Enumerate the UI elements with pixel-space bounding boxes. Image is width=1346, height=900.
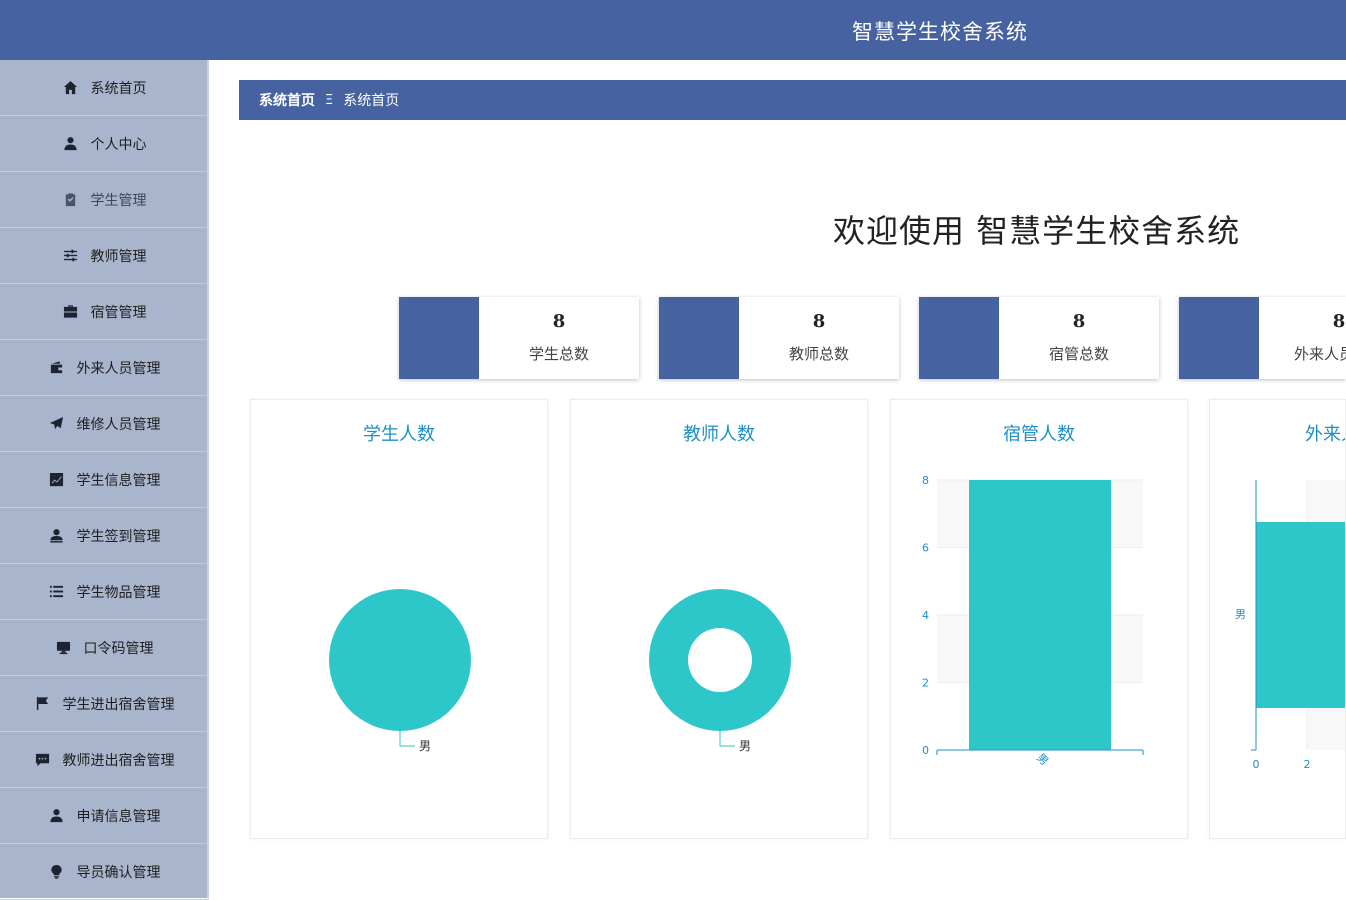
bar — [969, 480, 1111, 750]
pie-label-line — [399, 731, 415, 747]
breadcrumb: 系统首页 Ξ 系统首页 — [239, 80, 1346, 120]
sidebar-item-label: 维修人员管理 — [76, 416, 161, 433]
sidebar-item-11[interactable]: 学生进出宿舍管理 — [0, 676, 209, 732]
sidebar-item-label: 口令码管理 — [83, 640, 154, 657]
line-chart-icon — [49, 472, 65, 488]
sidebar-item-7[interactable]: 学生信息管理 — [0, 452, 209, 508]
chart-card-visitors: 外来人员人数 男02 — [1209, 399, 1346, 839]
clipboard-check-icon — [63, 192, 79, 208]
sidebar-item-label: 学生进出宿舍管理 — [62, 696, 175, 713]
stat-label: 宿管总数 — [1048, 345, 1109, 363]
sidebar-item-5[interactable]: 外来人员管理 — [0, 340, 209, 396]
sidebar-item-4[interactable]: 宿管管理 — [0, 284, 209, 340]
briefcase-icon — [63, 304, 79, 320]
stat-card-band — [399, 297, 479, 379]
sidebar-item-10[interactable]: 口令码管理 — [0, 620, 209, 676]
breadcrumb-current: 系统首页 — [343, 93, 400, 109]
y-tick-label: 0 — [922, 744, 929, 757]
y-tick-label: 4 — [922, 609, 929, 622]
donut-label-line — [719, 731, 735, 747]
bulb-icon — [49, 864, 65, 880]
sidebar-item-9[interactable]: 学生物品管理 — [0, 564, 209, 620]
sidebar-item-label: 学生信息管理 — [76, 472, 161, 489]
chart-card-managers: 宿管人数 02468男 — [890, 399, 1188, 839]
pie-label: 男 — [419, 739, 431, 753]
monitor-icon — [56, 640, 72, 656]
sidebar-item-label: 导员确认管理 — [76, 864, 161, 881]
x-tick-label: 2 — [1304, 758, 1311, 771]
y-tick-label: 男 — [1235, 608, 1246, 621]
list-icon — [49, 584, 65, 600]
sidebar-item-label: 系统首页 — [90, 80, 147, 97]
chart-card-teachers: 教师人数 男 — [570, 399, 868, 839]
paper-plane-icon — [49, 416, 65, 432]
stat-card-teachers: 8 教师总数 — [659, 297, 899, 379]
sidebar-item-label: 学生物品管理 — [76, 584, 161, 601]
breadcrumb-home[interactable]: 系统首页 — [259, 90, 315, 110]
bar — [1256, 522, 1345, 708]
sidebar: 系统首页个人中心学生管理教师管理宿管管理外来人员管理 维修人员管理 学生信息管理 学生… — [0, 60, 209, 900]
stat-label: 学生总数 — [528, 345, 589, 363]
sidebar-item-13[interactable]: 申请信息管理 — [0, 788, 209, 844]
donut-label: 男 — [739, 739, 751, 753]
sidebar-item-label: 教师进出宿舍管理 — [62, 752, 175, 769]
stat-value: 8 — [1072, 311, 1086, 332]
sidebar-item-label: 学生管理 — [90, 192, 147, 209]
user-stamp-icon — [49, 528, 65, 544]
user-icon — [63, 136, 79, 152]
pie-slice — [329, 589, 471, 731]
stat-value: 8 — [552, 311, 566, 332]
stat-card-band — [919, 297, 999, 379]
stat-card-managers: 8 宿管总数 — [919, 297, 1159, 379]
sidebar-item-label: 教师管理 — [90, 248, 147, 265]
sidebar-item-0[interactable]: 系统首页 — [0, 60, 209, 116]
sidebar-item-label: 申请信息管理 — [76, 808, 161, 825]
welcome-heading: 欢迎使用 智慧学生校舍系统 — [833, 212, 1241, 250]
sidebar-item-14[interactable]: 导员确认管理 — [0, 844, 209, 900]
hbar-chart-visitors: 男 0 2 — [1235, 480, 1345, 771]
x-tick-label: 0 — [1253, 758, 1260, 771]
sliders-icon — [63, 248, 79, 264]
stat-card-students: 8 学生总数 — [399, 297, 639, 379]
sidebar-item-label: 学生签到管理 — [76, 528, 161, 545]
sidebar-item-8[interactable]: 学生签到管理 — [0, 508, 209, 564]
sidebar-item-3[interactable]: 教师管理 — [0, 228, 209, 284]
bar-chart-managers: 0 2 4 6 8 男 — [922, 474, 1144, 768]
chart-card-students: 学生人数 男 — [250, 399, 548, 839]
wallet-icon — [49, 360, 65, 376]
stat-value: 8 — [1332, 311, 1346, 332]
flag-icon — [35, 696, 51, 712]
stat-card-band — [1179, 297, 1259, 379]
home-icon — [63, 80, 79, 96]
pie-chart-students: 男 — [329, 589, 471, 753]
y-tick-label: 8 — [922, 474, 929, 487]
stat-label: 教师总数 — [788, 345, 849, 363]
top-header: 智慧学生校舍系统 — [0, 0, 1346, 60]
stat-value: 8 — [812, 311, 826, 332]
y-tick-label: 6 — [922, 542, 929, 555]
sidebar-item-label: 外来人员管理 — [76, 360, 161, 377]
y-tick-label: 2 — [922, 677, 929, 690]
donut-slice — [649, 589, 791, 731]
x-tick-label: 男 — [1034, 751, 1051, 768]
message-icon — [35, 752, 51, 768]
sidebar-item-label: 个人中心 — [90, 136, 147, 153]
sidebar-item-label: 宿管管理 — [90, 304, 147, 321]
stat-card-visitors: 8 外来人员总数 — [1179, 297, 1346, 379]
donut-chart-teachers: 男 — [649, 589, 791, 753]
breadcrumb-separator: Ξ — [325, 92, 334, 108]
stat-label: 外来人员总数 — [1293, 345, 1346, 363]
person-icon — [49, 808, 65, 824]
app-title: 智慧学生校舍系统 — [852, 20, 1028, 44]
sidebar-item-1[interactable]: 个人中心 — [0, 116, 209, 172]
stat-card-band — [659, 297, 739, 379]
sidebar-item-12[interactable]: 教师进出宿舍管理 — [0, 732, 209, 788]
sidebar-item-6[interactable]: 维修人员管理 — [0, 396, 209, 452]
sidebar-item-2[interactable]: 学生管理 — [0, 172, 209, 228]
